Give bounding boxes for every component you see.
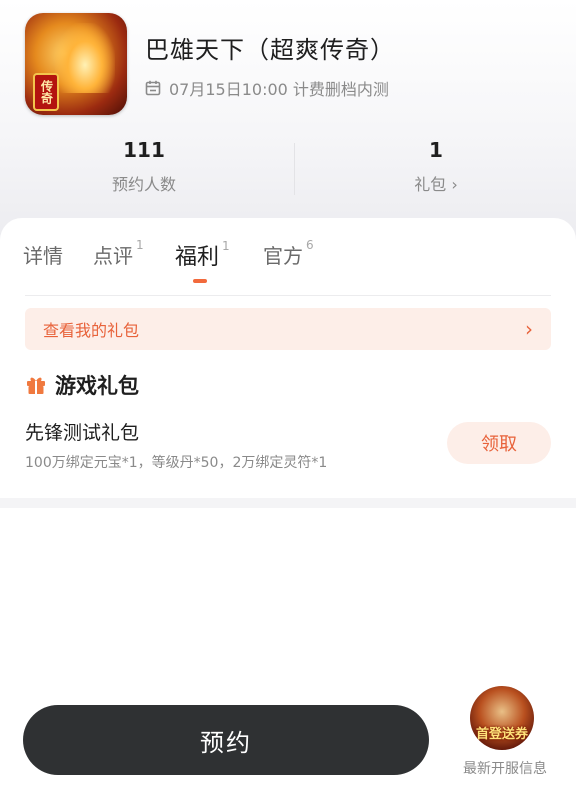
server-info-label: 最新开服信息: [463, 761, 547, 777]
tab-official-count: 6: [306, 238, 314, 253]
tab-welfare-label: 福利: [175, 245, 220, 270]
flame-art: [55, 23, 115, 93]
server-info-button[interactable]: 首登送券 最新开服信息: [450, 686, 560, 786]
tab-details[interactable]: 详情: [23, 240, 63, 269]
tab-reviews-label: 点评: [93, 244, 133, 268]
game-icon[interactable]: 传奇: [25, 13, 127, 115]
game-gifts-title: 游戏礼包: [55, 374, 139, 398]
tab-reviews[interactable]: 点评 1: [93, 238, 144, 269]
game-header: 传奇 巴雄天下（超爽传奇） 07月15日10:00 计费删档内测: [0, 0, 576, 120]
gift-icon: [27, 377, 45, 394]
tab-welfare[interactable]: 福利 1: [175, 239, 230, 271]
chevron-right-icon: ›: [525, 317, 533, 341]
release-date: 07月15日10:00 计费删档内测: [145, 76, 389, 100]
tab-bar: 详情 点评 1 福利 1 官方 6: [0, 218, 576, 296]
claim-button[interactable]: 领取: [447, 422, 551, 464]
gift-name: 先锋测试礼包: [25, 422, 140, 444]
stat-reservations: 111 预约人数: [0, 135, 288, 195]
tabs-divider: [25, 295, 551, 296]
stat-gifts[interactable]: 1 礼包 ›: [292, 135, 576, 195]
server-promo-icon: 首登送券: [470, 686, 534, 750]
gift-description: 100万绑定元宝*1，等级丹*50，2万绑定灵符*1: [25, 455, 328, 471]
reserve-button[interactable]: 预约: [23, 705, 429, 775]
tab-official[interactable]: 官方 6: [263, 238, 314, 269]
game-icon-badge: 传奇: [33, 73, 59, 111]
section-separator: [0, 498, 576, 508]
active-tab-indicator: [193, 279, 207, 283]
gift-link-label[interactable]: 礼包 ›: [414, 171, 458, 195]
game-gifts-heading: 游戏礼包: [25, 370, 139, 400]
content-card: 详情 点评 1 福利 1 官方 6 查看我的礼包 › 游戏礼包 先锋测试礼包 100万…: [0, 218, 576, 498]
view-my-gifts-button[interactable]: 查看我的礼包 ›: [25, 308, 551, 350]
stats-bar: 111 预约人数 1 礼包 ›: [0, 135, 576, 205]
tab-welfare-count: 1: [222, 238, 230, 253]
gift-count: 1: [429, 138, 443, 162]
release-date-text: 07月15日10:00 计费删档内测: [169, 80, 389, 99]
tab-official-label: 官方: [263, 244, 303, 268]
tab-reviews-count: 1: [136, 238, 144, 253]
view-my-gifts-label: 查看我的礼包: [43, 321, 140, 340]
reservation-count: 111: [123, 138, 165, 162]
game-icon-badge-text: 传奇: [39, 80, 54, 104]
game-title: 巴雄天下（超爽传奇）: [145, 36, 395, 64]
server-promo-stamp: 首登送券: [475, 727, 528, 742]
calendar-icon: [145, 80, 161, 96]
reservation-label: 预约人数: [111, 175, 176, 194]
tab-details-label: 详情: [23, 244, 63, 268]
